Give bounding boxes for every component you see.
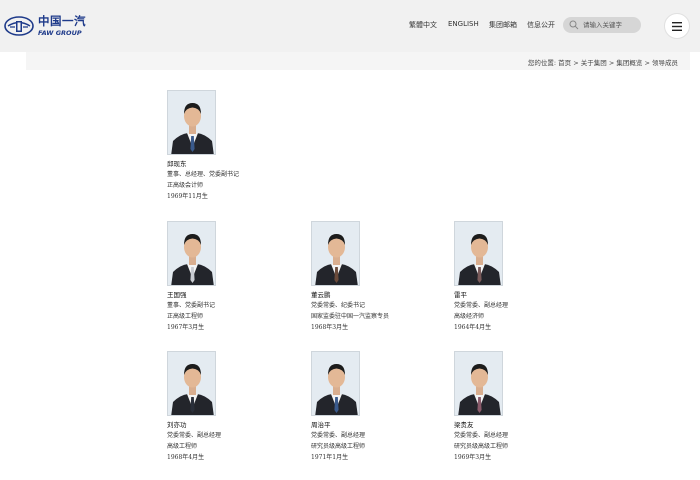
leader-rank: 正高级会计师 [167,182,204,189]
hamburger-menu-icon [672,21,682,31]
breadcrumb: 您的位置: 首页 > 关于集团 > 集团概览 > 领导成员 [528,57,678,67]
nav-group-mail[interactable]: 集团邮箱 [489,20,517,30]
breadcrumb-home[interactable]: 首页 [558,59,571,67]
breadcrumb-overview[interactable]: 集团概览 [616,59,642,67]
leader-born: 1968年3月生 [311,324,349,331]
breadcrumb-current: 领导成员 [652,59,678,67]
breadcrumb-about[interactable]: 关于集团 [581,59,607,67]
portrait-image [312,222,359,285]
leader-born: 1969年11月生 [167,193,208,200]
leader-card: 王国强 董事、党委副书记 正高级工程师 1967年3月生 [167,221,287,333]
leader-photo[interactable] [167,221,216,286]
leader-name: 王国强 [167,291,187,299]
leader-title: 党委常委、副总经理 [454,302,509,309]
leader-title: 董事、党委副书记 [167,302,216,309]
leader-card: 梁贵友 党委常委、副总经理 研究员级高级工程师 1969年3月生 [454,351,574,463]
leader-title: 党委常委、副总经理 [454,432,509,439]
leader-born: 1964年4月生 [454,324,492,331]
leader-photo[interactable] [311,351,360,416]
leader-card: 邱现东 董事、总经理、党委副书记 正高级会计师 1969年11月生 [167,90,287,202]
search-input[interactable] [583,21,639,29]
breadcrumb-prefix: 您的位置: [527,59,557,67]
portrait-image [455,222,502,285]
leader-title: 董事、总经理、党委副书记 [167,171,240,178]
leader-rank: 正高级工程师 [167,313,204,320]
leader-born: 1968年4月生 [167,454,205,461]
portrait-image [168,91,215,154]
leader-rank: 高级经济师 [454,313,485,320]
portrait-image [168,222,215,285]
breadcrumb-bar: 您的位置: 首页 > 关于集团 > 集团概览 > 领导成员 [26,52,690,70]
leader-title: 党委常委、纪委书记 [311,302,366,309]
leader-name: 雷平 [454,291,467,299]
leader-name: 梁贵友 [454,421,474,429]
nav-english[interactable]: ENGLISH [448,20,479,28]
leader-title: 党委常委、副总经理 [311,432,366,439]
leader-card: 刘亦功 党委常委、副总经理 高级工程师 1968年4月生 [167,351,287,463]
search-box[interactable] [563,17,641,33]
leader-rank: 高级工程师 [167,443,198,450]
breadcrumb-separator: > [573,59,579,67]
leader-name: 刘亦功 [167,421,187,429]
leader-rank: 研究员级高级工程师 [311,443,366,450]
leader-name: 董云鹏 [311,291,331,299]
leader-card: 雷平 党委常委、副总经理 高级经济师 1964年4月生 [454,221,574,333]
breadcrumb-separator: > [644,59,650,67]
leader-rank: 国家监委驻中国一汽监察专员 [311,313,390,320]
leader-card: 周治平 党委常委、副总经理 研究员级高级工程师 1971年1月生 [311,351,431,463]
leader-title: 党委常委、副总经理 [167,432,222,439]
menu-button[interactable] [664,13,690,39]
leader-photo[interactable] [311,221,360,286]
leader-rank: 研究员级高级工程师 [454,443,509,450]
logo-cn-text: 中国一汽 [38,14,86,28]
leader-photo[interactable] [454,221,503,286]
portrait-image [168,352,215,415]
leader-born: 1971年1月生 [311,454,349,461]
leader-born: 1967年3月生 [167,324,205,331]
portrait-image [455,352,502,415]
breadcrumb-separator: > [608,59,615,67]
faw-emblem-icon [4,16,34,36]
leader-photo[interactable] [167,90,216,155]
portrait-image [312,352,359,415]
leader-name: 邱现东 [167,160,187,168]
logo-en-text: FAW GROUP [38,28,82,37]
leader-photo[interactable] [454,351,503,416]
faw-logo[interactable]: 中国一汽 FAW GROUP [4,14,86,38]
leader-photo[interactable] [167,351,216,416]
search-icon[interactable] [569,20,579,30]
leader-born: 1969年3月生 [454,454,492,461]
leader-card: 董云鹏 党委常委、纪委书记 国家监委驻中国一汽监察专员 1968年3月生 [311,221,431,333]
leader-name: 周治平 [311,421,331,429]
nav-traditional-chinese[interactable]: 繁體中文 [409,20,437,30]
nav-info-disclosure[interactable]: 信息公开 [527,20,555,30]
site-header: 中国一汽 FAW GROUP 繁體中文 ENGLISH 集团邮箱 信息公开 [0,0,700,52]
